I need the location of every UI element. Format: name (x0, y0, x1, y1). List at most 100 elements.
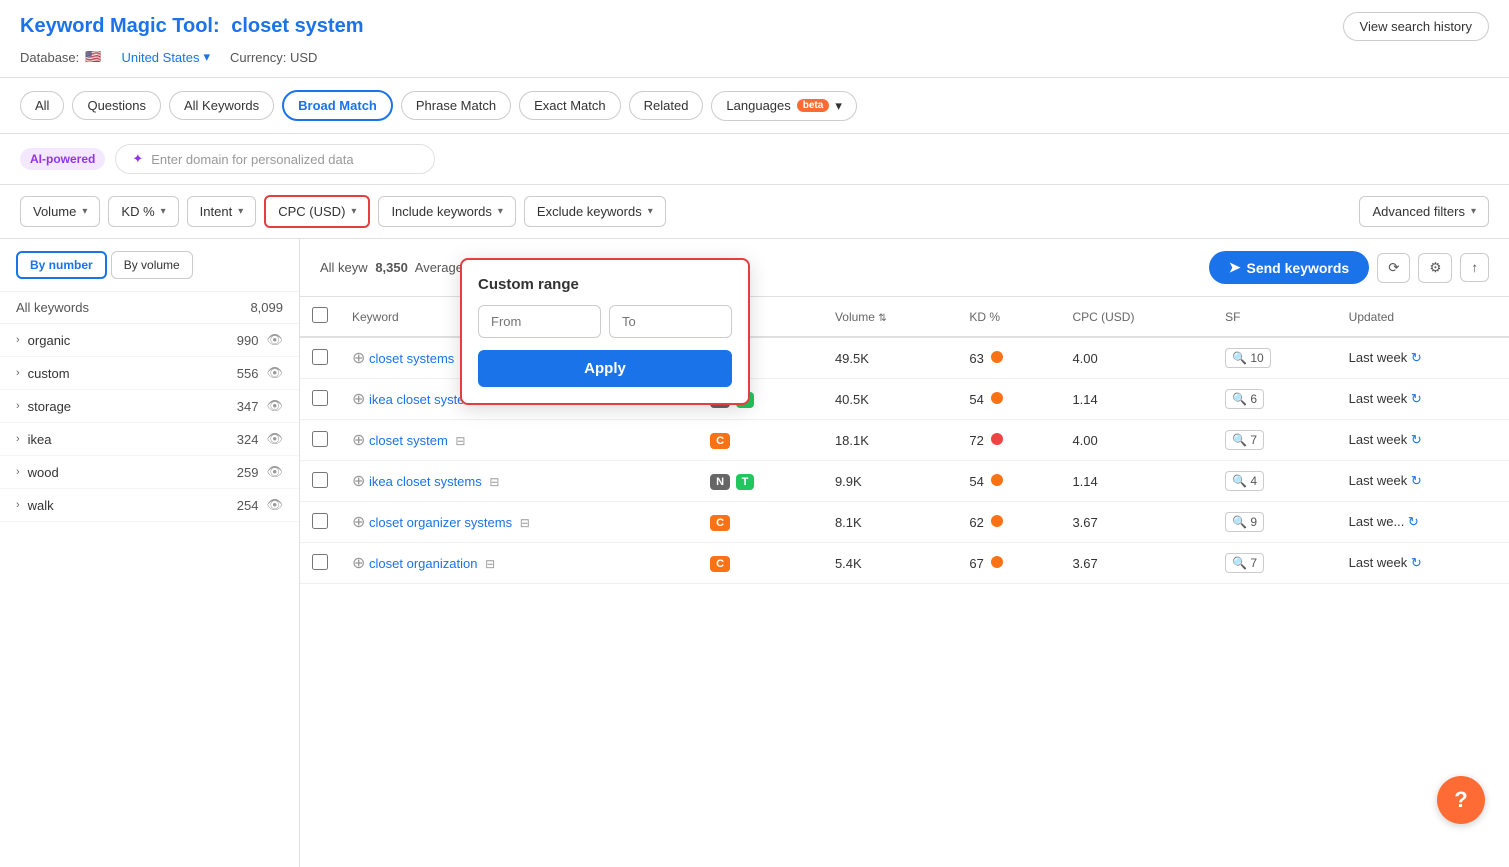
col-volume: Volume ⇅ (823, 297, 957, 337)
row-checkbox[interactable] (312, 349, 328, 365)
volume-cell: 8.1K (823, 502, 957, 543)
keywords-count: 8,350 (375, 260, 408, 275)
tab-questions[interactable]: Questions (72, 91, 161, 120)
database-select[interactable]: United States ▾ (121, 49, 210, 65)
tab-broad-match[interactable]: Broad Match (282, 90, 393, 121)
col-kd: KD % (957, 297, 1060, 337)
keyword-link[interactable]: closet system (369, 433, 448, 448)
add-icon[interactable]: ⊕ (352, 473, 365, 490)
sf-cell[interactable]: 🔍 6 (1225, 389, 1264, 409)
kd-filter[interactable]: KD % ▾ (108, 196, 178, 227)
eye-icon[interactable]: 👁 (266, 365, 283, 381)
eye-icon[interactable]: 👁 (266, 464, 283, 480)
eye-icon[interactable]: 👁 (266, 398, 283, 414)
ai-row: AI-powered ✦ Enter domain for personaliz… (0, 134, 1509, 185)
keyword-link[interactable]: closet organizer systems (369, 515, 512, 530)
keyword-copy-icon[interactable]: ⊟ (455, 434, 465, 448)
group-by-volume-btn[interactable]: By volume (111, 251, 193, 279)
col-updated: Updated (1337, 297, 1509, 337)
group-by-number-btn[interactable]: By number (16, 251, 107, 279)
sf-cell[interactable]: 🔍 9 (1225, 512, 1264, 532)
include-keywords-filter[interactable]: Include keywords ▾ (378, 196, 515, 227)
sf-cell[interactable]: 🔍 4 (1225, 471, 1264, 491)
sidebar-item-walk[interactable]: › walk 254 👁 (0, 489, 299, 522)
volume-cell: 40.5K (823, 379, 957, 420)
updated-cell: Last week ↻ (1337, 543, 1509, 584)
intent-filter[interactable]: Intent ▾ (187, 196, 257, 227)
add-icon[interactable]: ⊕ (352, 350, 365, 367)
view-history-button[interactable]: View search history (1343, 12, 1489, 41)
table-row: ⊕ closet organization ⊟ C 5.4K 67 3.67 🔍… (300, 543, 1509, 584)
add-icon[interactable]: ⊕ (352, 391, 365, 408)
tabs-row: All Questions All Keywords Broad Match P… (0, 78, 1509, 134)
add-icon[interactable]: ⊕ (352, 555, 365, 572)
intent-tag: C (710, 556, 730, 572)
sf-cell[interactable]: 🔍 7 (1225, 430, 1264, 450)
tab-related[interactable]: Related (629, 91, 704, 120)
export-button[interactable]: ↑ (1460, 253, 1489, 282)
chevron-down-icon: ▾ (498, 206, 503, 217)
settings-button[interactable]: ⚙ (1418, 253, 1452, 283)
expand-icon: › (16, 334, 20, 346)
keyword-copy-icon[interactable]: ⊟ (489, 475, 499, 489)
range-to-input[interactable] (609, 305, 732, 338)
select-all-checkbox[interactable] (312, 307, 328, 323)
sidebar-item-ikea[interactable]: › ikea 324 👁 (0, 423, 299, 456)
advanced-filters-button[interactable]: Advanced filters ▾ (1359, 196, 1489, 227)
kd-cell: 67 (957, 543, 1060, 584)
expand-icon: › (16, 433, 20, 445)
cpc-cell: 3.67 (1060, 543, 1213, 584)
cpc-cell: 1.14 (1060, 379, 1213, 420)
sidebar-item-custom[interactable]: › custom 556 👁 (0, 357, 299, 390)
eye-icon[interactable]: 👁 (266, 332, 283, 348)
languages-button[interactable]: Languages beta ▾ (711, 91, 856, 121)
apply-button[interactable]: Apply (478, 350, 732, 387)
sidebar-total: All keywords 8,099 (0, 292, 299, 324)
col-sf: SF (1213, 297, 1337, 337)
sf-cell[interactable]: 🔍 10 (1225, 348, 1271, 368)
table-row: ⊕ ikea closet systems ⊟ N T 9.9K 54 1.14… (300, 461, 1509, 502)
keyword-copy-icon[interactable]: ⊟ (485, 557, 495, 571)
keywords-description: All keyw (320, 260, 368, 275)
row-checkbox[interactable] (312, 472, 328, 488)
currency-label: Currency: USD (230, 50, 317, 65)
cpc-filter[interactable]: CPC (USD) ▾ (264, 195, 370, 228)
help-button[interactable]: ? (1437, 776, 1485, 824)
sidebar-item-organic[interactable]: › organic 990 👁 (0, 324, 299, 357)
row-checkbox[interactable] (312, 431, 328, 447)
row-checkbox[interactable] (312, 390, 328, 406)
volume-filter[interactable]: Volume ▾ (20, 196, 100, 227)
keyword-link[interactable]: closet systems (369, 351, 454, 366)
eye-icon[interactable]: 👁 (266, 497, 283, 513)
chevron-down-icon: ▾ (161, 206, 166, 217)
add-icon[interactable]: ⊕ (352, 514, 365, 531)
refresh-button[interactable]: ⟳ (1377, 253, 1410, 283)
keyword-link[interactable]: ikea closet systems (369, 474, 482, 489)
sidebar-item-storage[interactable]: › storage 347 👁 (0, 390, 299, 423)
eye-icon[interactable]: 👁 (266, 431, 283, 447)
tab-phrase-match[interactable]: Phrase Match (401, 91, 511, 120)
add-icon[interactable]: ⊕ (352, 432, 365, 449)
sidebar-item-wood[interactable]: › wood 259 👁 (0, 456, 299, 489)
chevron-down-icon: ▾ (82, 206, 87, 217)
tab-exact-match[interactable]: Exact Match (519, 91, 621, 120)
keyword-link[interactable]: closet organization (369, 556, 477, 571)
page-title: Keyword Magic Tool: closet system (20, 15, 364, 38)
keyword-copy-icon[interactable]: ⊟ (520, 516, 530, 530)
volume-cell: 49.5K (823, 337, 957, 379)
row-checkbox[interactable] (312, 513, 328, 529)
ai-domain-input[interactable]: ✦ Enter domain for personalized data (115, 144, 435, 174)
tab-all-keywords[interactable]: All Keywords (169, 91, 274, 120)
send-keywords-button[interactable]: ➤ Send keywords (1209, 251, 1369, 284)
intent-tag-n: N (710, 474, 730, 490)
sf-cell[interactable]: 🔍 7 (1225, 553, 1264, 573)
intent-tag-t: T (736, 474, 755, 490)
updated-cell: Last week ↻ (1337, 420, 1509, 461)
row-checkbox[interactable] (312, 554, 328, 570)
tab-all[interactable]: All (20, 91, 64, 120)
range-from-input[interactable] (478, 305, 601, 338)
kd-cell: 54 (957, 379, 1060, 420)
exclude-keywords-filter[interactable]: Exclude keywords ▾ (524, 196, 666, 227)
expand-icon: › (16, 466, 20, 478)
updated-cell: Last we... ↻ (1337, 502, 1509, 543)
